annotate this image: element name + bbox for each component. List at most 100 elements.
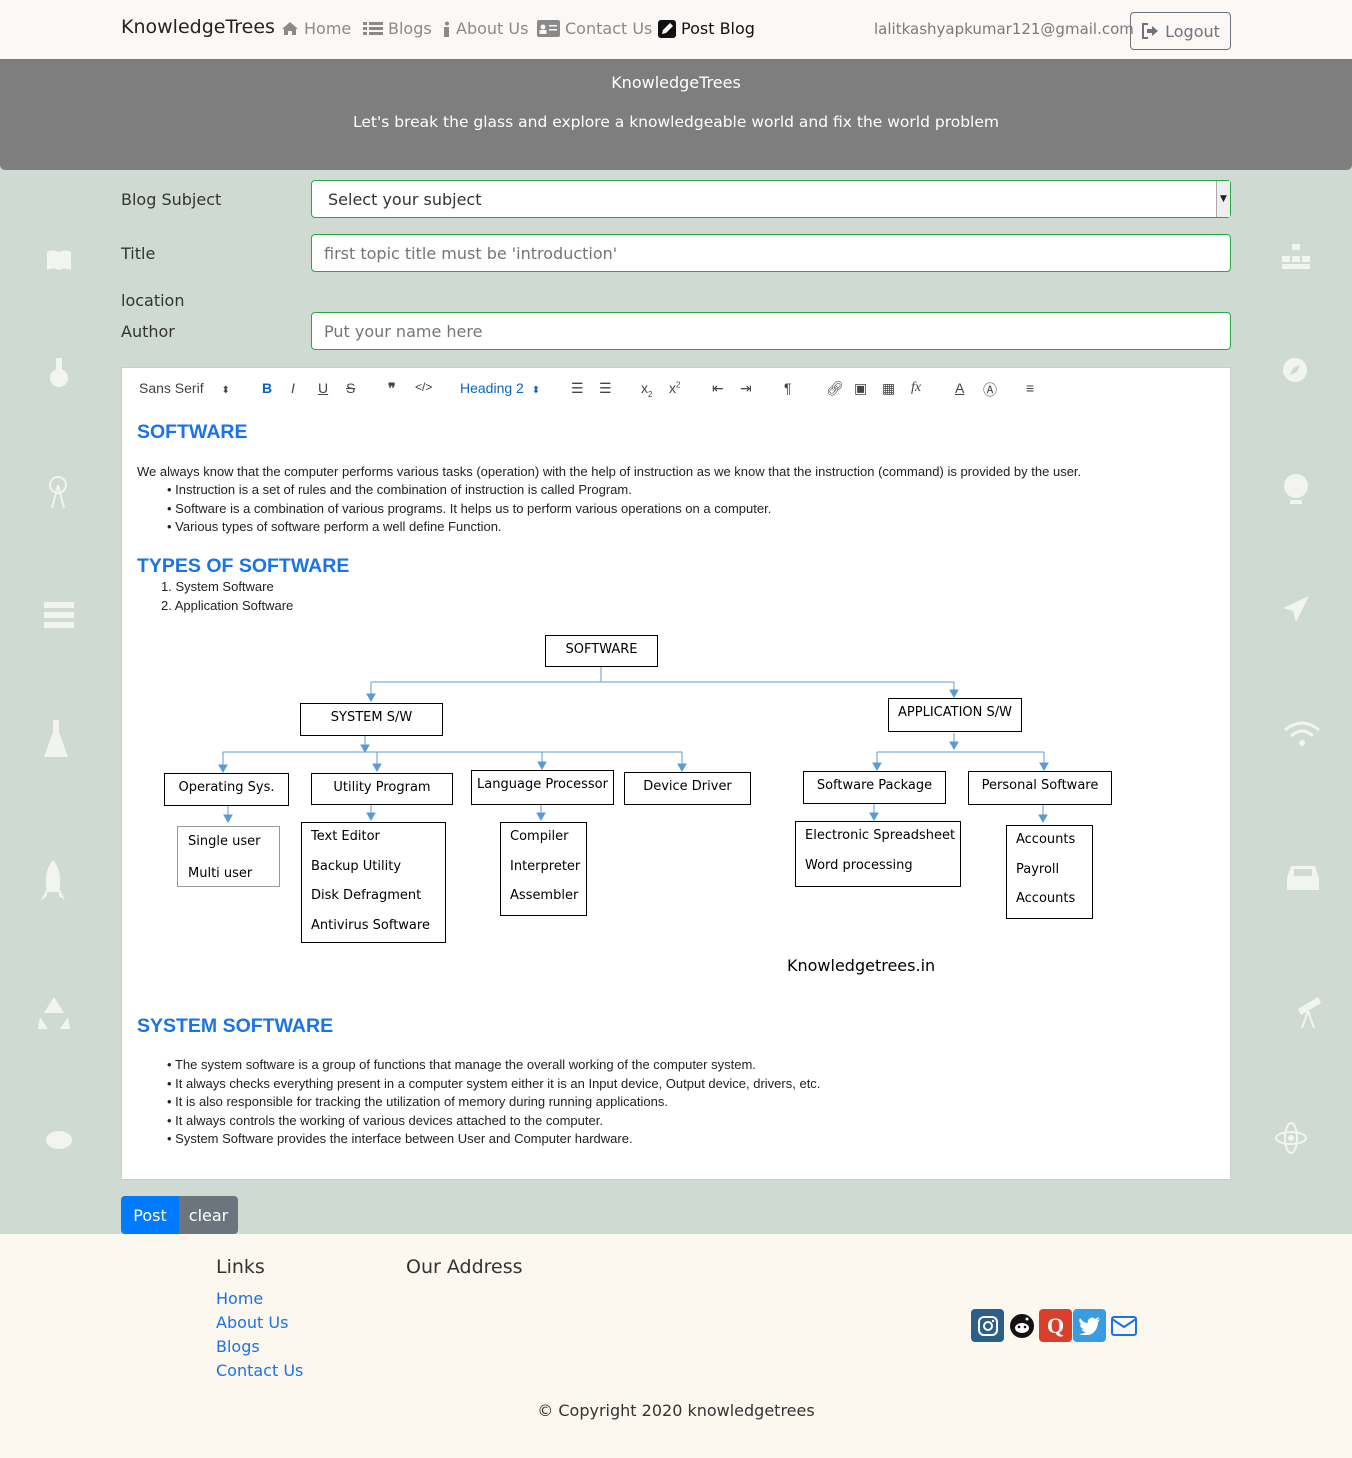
logout-label: Logout <box>1165 21 1220 41</box>
nav-post-blog-label: Post Blog <box>681 19 755 38</box>
nav-contact-label: Contact Us <box>565 19 653 38</box>
car-icon <box>1287 866 1319 890</box>
book-icon <box>47 250 71 270</box>
link-icon[interactable]: 🔗︎ <box>826 380 844 397</box>
clear-button[interactable]: clear <box>179 1196 238 1234</box>
direction-icon[interactable]: ¶ <box>784 380 792 396</box>
diagram-os-list: Single user Multi user <box>177 826 280 887</box>
quora-icon[interactable]: Q <box>1039 1309 1072 1342</box>
diagram-item: Payroll <box>1016 862 1060 877</box>
text-color-icon[interactable]: A <box>955 380 964 396</box>
list-item: • System Software provides the interface… <box>167 1131 633 1146</box>
nav-blogs[interactable]: Blogs <box>363 19 432 38</box>
twitter-icon[interactable] <box>1073 1309 1106 1342</box>
diagram-watermark: Knowledgetrees.in <box>787 956 936 975</box>
heading-select-value: Heading 2 <box>460 380 524 396</box>
ordered-list-icon[interactable]: ☰ <box>571 380 584 397</box>
edit-icon <box>658 19 676 38</box>
background-color-icon[interactable]: Ⓐ <box>983 380 997 400</box>
diagram-package-list: Electronic Spreadsheet Word processing <box>795 821 961 887</box>
recycle-icon <box>38 997 70 1029</box>
formula-icon[interactable]: fx <box>911 380 921 396</box>
indent-icon[interactable]: ⇥ <box>740 380 752 397</box>
footer-link-contact[interactable]: Contact Us <box>216 1361 303 1380</box>
books-stack-icon <box>44 602 74 628</box>
list-item: • The system software is a group of func… <box>167 1057 756 1072</box>
heading-system-software: SYSTEM SOFTWARE <box>137 1015 334 1037</box>
nav-home[interactable]: Home <box>281 19 351 38</box>
author-input[interactable] <box>311 312 1231 350</box>
mail-icon[interactable] <box>1107 1309 1140 1342</box>
flask-icon <box>50 358 68 387</box>
font-select[interactable]: Sans Serif ⬍ <box>139 380 230 396</box>
nav-post-blog[interactable]: Post Blog <box>658 19 755 38</box>
address-card-icon <box>537 20 560 37</box>
telescope-icon <box>1298 997 1321 1029</box>
diagram-package-box: Software Package <box>803 771 946 804</box>
footer-link-blogs[interactable]: Blogs <box>216 1337 260 1356</box>
bullet-list-icon[interactable]: ☰ <box>599 380 612 397</box>
bold-icon[interactable]: B <box>262 380 272 396</box>
diagram-root-box: SOFTWARE <box>545 635 658 667</box>
brand-logo[interactable]: KnowledgeTrees <box>121 16 275 38</box>
jumbotron: KnowledgeTrees Let's break the glass and… <box>0 59 1352 170</box>
reddit-icon[interactable] <box>1005 1309 1038 1342</box>
superscript-icon[interactable]: x2 <box>669 380 680 396</box>
diagram-language-box: Language Processor <box>471 770 614 805</box>
nav-home-label: Home <box>304 19 352 38</box>
author-label: Author <box>121 322 175 341</box>
footer-address-title: Our Address <box>406 1256 523 1278</box>
diagram-item: Text Editor <box>311 829 380 844</box>
outdent-icon[interactable]: ⇤ <box>712 380 724 397</box>
subject-label: Blog Subject <box>121 190 222 209</box>
globe-icon <box>1284 474 1308 504</box>
post-button[interactable]: Post <box>121 1196 179 1234</box>
diagram-item: Word processing <box>805 858 913 873</box>
subject-select-value: Select your subject <box>328 190 482 209</box>
footer-link-about[interactable]: About Us <box>216 1313 288 1332</box>
info-icon <box>444 21 449 37</box>
wifi-icon <box>1284 721 1320 746</box>
diagram-system-box: SYSTEM S/W <box>300 703 443 736</box>
nav-about-label: About Us <box>456 19 529 38</box>
diagram-item: Accounts <box>1016 832 1076 847</box>
list-icon <box>363 22 383 35</box>
nav-contact[interactable]: Contact Us <box>537 19 652 38</box>
footer-link-home[interactable]: Home <box>216 1289 263 1308</box>
flask-tall-icon <box>44 720 68 757</box>
underline-icon[interactable]: U <box>318 380 328 396</box>
editor-toolbar: Sans Serif ⬍ B I U S ❞ </> Heading 2 ⬍ ☰… <box>121 367 1231 409</box>
instagram-icon[interactable] <box>971 1309 1004 1342</box>
diagram-utility-box: Utility Program <box>311 773 453 805</box>
diagram-item: Assembler <box>510 888 579 903</box>
heading-select[interactable]: Heading 2 ⬍ <box>460 380 540 396</box>
subscript-icon[interactable]: x2 <box>641 380 652 399</box>
nav-about[interactable]: About Us <box>443 19 528 38</box>
diagram-utility-list: Text Editor Backup Utility Disk Defragme… <box>301 822 446 943</box>
diagram-item: Multi user <box>188 866 253 881</box>
diagram-item: Compiler <box>510 829 569 844</box>
video-icon[interactable]: ▦ <box>882 380 895 397</box>
chevron-down-icon: ▼ <box>1216 181 1230 217</box>
diagram-os-box: Operating Sys. <box>164 773 289 806</box>
code-block-icon[interactable]: </> <box>415 380 432 394</box>
diagram-application-box: APPLICATION S/W <box>888 698 1022 732</box>
logout-button[interactable]: Logout <box>1130 12 1231 50</box>
diagram-personal-box: Personal Software <box>968 771 1112 805</box>
diagram-item: Electronic Spreadsheet <box>805 828 956 843</box>
subject-select[interactable]: Select your subject ▼ <box>311 180 1231 218</box>
title-input[interactable] <box>311 234 1231 272</box>
paper-plane-icon <box>1283 596 1309 622</box>
align-icon[interactable]: ≡ <box>1026 380 1034 396</box>
italic-icon[interactable]: I <box>291 380 295 396</box>
user-email: lalitkashyapkumar121@gmail.com <box>874 20 1134 38</box>
footer: Links Home About Us Blogs Contact Us Our… <box>0 1234 1352 1458</box>
strike-icon[interactable]: S <box>346 380 355 396</box>
image-icon[interactable]: ▣ <box>854 380 867 397</box>
blockquote-icon[interactable]: ❞ <box>388 380 396 397</box>
home-icon <box>282 22 298 35</box>
copyright: © Copyright 2020 knowledgetrees <box>537 1401 815 1420</box>
editor-content[interactable]: SOFTWARE We always know that the compute… <box>121 408 1231 1180</box>
atom-icon <box>1275 1122 1307 1154</box>
navbar: KnowledgeTrees Home Blogs About Us Conta… <box>0 0 1352 59</box>
